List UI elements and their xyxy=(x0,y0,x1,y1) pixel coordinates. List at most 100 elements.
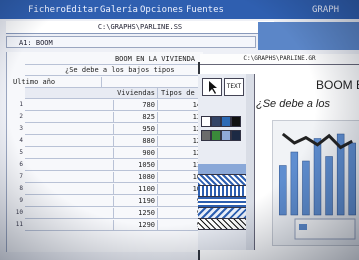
table-row[interactable]: 900 12 xyxy=(25,148,203,159)
color-swatch-green[interactable] xyxy=(211,130,221,141)
fill-pattern-hatch[interactable] xyxy=(198,208,246,219)
cell-viviendas[interactable]: 1100 xyxy=(114,184,158,194)
graphics-heading[interactable]: BOOM E xyxy=(316,78,359,92)
cell-a[interactable] xyxy=(25,172,114,182)
color-swatch-dark[interactable] xyxy=(231,130,241,141)
cell-tipos[interactable]: 13 xyxy=(159,112,203,122)
cell-tipos[interactable]: 12 xyxy=(159,124,203,134)
row-number[interactable]: 6 xyxy=(7,160,23,170)
cell-viviendas[interactable]: 1250 xyxy=(114,208,158,218)
table-row[interactable]: 825 13 xyxy=(25,112,203,123)
cell-viviendas[interactable]: 900 xyxy=(114,148,158,158)
text-tool[interactable]: TEXT xyxy=(224,78,244,96)
cell-viviendas[interactable]: 1190 xyxy=(114,196,158,206)
row-number[interactable]: 5 xyxy=(7,148,23,158)
graphics-title-block xyxy=(258,22,359,50)
table-row[interactable]: 780 14 xyxy=(25,100,203,111)
cell-reference-field[interactable]: A1: BOOM xyxy=(6,36,256,48)
color-swatch-blue[interactable] xyxy=(221,116,231,127)
cell-viviendas[interactable]: 1050 xyxy=(114,160,158,170)
cell-tipos[interactable]: 12 xyxy=(159,148,203,158)
chart-area[interactable] xyxy=(272,120,359,246)
color-swatch-black[interactable] xyxy=(231,116,241,127)
chart-bar xyxy=(302,160,310,216)
menu-item-editar[interactable]: Editar xyxy=(66,5,99,15)
cell-tipos[interactable]: 9 xyxy=(159,220,203,230)
row-number[interactable]: 2 xyxy=(7,112,23,122)
row-number[interactable]: 3 xyxy=(7,124,23,134)
cell-viviendas[interactable]: 780 xyxy=(114,100,158,110)
cell-viviendas[interactable]: 1290 xyxy=(114,220,158,230)
fill-pattern-vertical[interactable] xyxy=(198,186,246,197)
spreadsheet-title-row[interactable]: BOOM EN LA VIVIENDA xyxy=(25,54,203,65)
menu-item-fuentes[interactable]: Fuentes xyxy=(186,5,224,15)
cell-a[interactable] xyxy=(25,148,114,158)
row-number[interactable]: 1 xyxy=(7,100,23,110)
col-a-header[interactable]: Ultimo año xyxy=(13,77,102,87)
spreadsheet-window-title[interactable]: C:\GRAPHS\PARLINE.SS xyxy=(6,21,274,34)
row-number[interactable]: 8 xyxy=(7,184,23,194)
cell-tipos[interactable]: 11 xyxy=(159,160,203,170)
header-row-a[interactable]: Ultimo año xyxy=(13,77,203,88)
row-number[interactable]: 10 xyxy=(7,208,23,218)
cell-viviendas[interactable]: 825 xyxy=(114,112,158,122)
color-swatch-grey[interactable] xyxy=(201,130,211,141)
table-row[interactable]: 1080 10 xyxy=(25,172,203,183)
row-number[interactable]: 9 xyxy=(7,196,23,206)
cell-a[interactable] xyxy=(25,112,114,122)
spreadsheet-subtitle-row[interactable]: ¿Se debe a los bajos tipos xyxy=(25,65,203,76)
fill-pattern-fine[interactable] xyxy=(198,219,246,230)
table-row[interactable]: 880 12 xyxy=(25,136,203,147)
header-row-b[interactable]: Viviendas Tipos de xyxy=(25,88,203,99)
cell-tipos[interactable]: 9 xyxy=(159,208,203,218)
table-row[interactable]: 11909 xyxy=(25,196,203,207)
row-number[interactable]: 4 xyxy=(7,136,23,146)
color-swatch-navy[interactable] xyxy=(211,116,221,127)
cell-a[interactable] xyxy=(25,124,114,134)
menu-item-opciones[interactable]: Opciones xyxy=(140,5,183,15)
chart-bar xyxy=(313,138,322,216)
title-cell[interactable]: BOOM EN LA VIVIENDA xyxy=(95,54,215,64)
col-b-header[interactable]: Viviendas xyxy=(114,88,158,98)
cell-viviendas[interactable]: 950 xyxy=(114,124,158,134)
cell-a[interactable] xyxy=(25,196,114,206)
cell-a[interactable] xyxy=(25,208,114,218)
pointer-tool[interactable] xyxy=(202,78,222,96)
table-row[interactable]: 950 12 xyxy=(25,124,203,135)
table-row[interactable]: 1050 11 xyxy=(25,160,203,171)
cell-tipos[interactable]: 10 xyxy=(159,172,203,182)
chart-bar xyxy=(279,165,287,216)
subtitle-cell[interactable]: ¿Se debe a los bajos tipos xyxy=(65,65,215,75)
row-number[interactable]: 11 xyxy=(7,220,23,230)
cell-tipos[interactable]: 14 xyxy=(159,100,203,110)
cell-tipos[interactable]: 12 xyxy=(159,136,203,146)
chart-legend-key xyxy=(299,224,307,230)
graphics-vertical-scrollbar[interactable] xyxy=(246,74,255,250)
cell-tipos[interactable]: 10 xyxy=(159,184,203,194)
cell-a[interactable] xyxy=(25,184,114,194)
graphics-subheading[interactable]: ¿Se debe a los xyxy=(256,98,330,110)
color-swatch-white[interactable] xyxy=(201,116,211,127)
cell-a[interactable] xyxy=(25,100,114,110)
row-number[interactable]: 7 xyxy=(7,172,23,182)
screen: Fichero Editar Galería Opciones Fuentes … xyxy=(0,0,359,260)
chart-bar xyxy=(325,156,333,216)
color-swatch-light-blue[interactable] xyxy=(221,130,231,141)
cell-a[interactable] xyxy=(25,220,114,230)
cell-tipos[interactable]: 9 xyxy=(159,196,203,206)
chart-svg xyxy=(279,132,356,240)
cell-viviendas[interactable]: 1080 xyxy=(114,172,158,182)
fill-pattern-diagonal[interactable] xyxy=(198,175,246,186)
menu-item-galeria[interactable]: Galería xyxy=(100,5,138,15)
graphics-window-title[interactable]: C:\GRAPHS\PARLINE.GR xyxy=(200,54,359,65)
table-row[interactable]: 12509 xyxy=(25,208,203,219)
cell-a[interactable] xyxy=(25,136,114,146)
table-row[interactable]: 12909 xyxy=(25,220,203,231)
cell-a[interactable] xyxy=(25,160,114,170)
fill-pattern-solid[interactable] xyxy=(198,164,246,175)
cell-viviendas[interactable]: 880 xyxy=(114,136,158,146)
col-c-header[interactable]: Tipos de xyxy=(159,88,203,98)
fill-pattern-horizontal[interactable] xyxy=(198,197,246,208)
table-row[interactable]: 1100 10 xyxy=(25,184,203,195)
menu-item-fichero[interactable]: Fichero xyxy=(28,5,66,15)
